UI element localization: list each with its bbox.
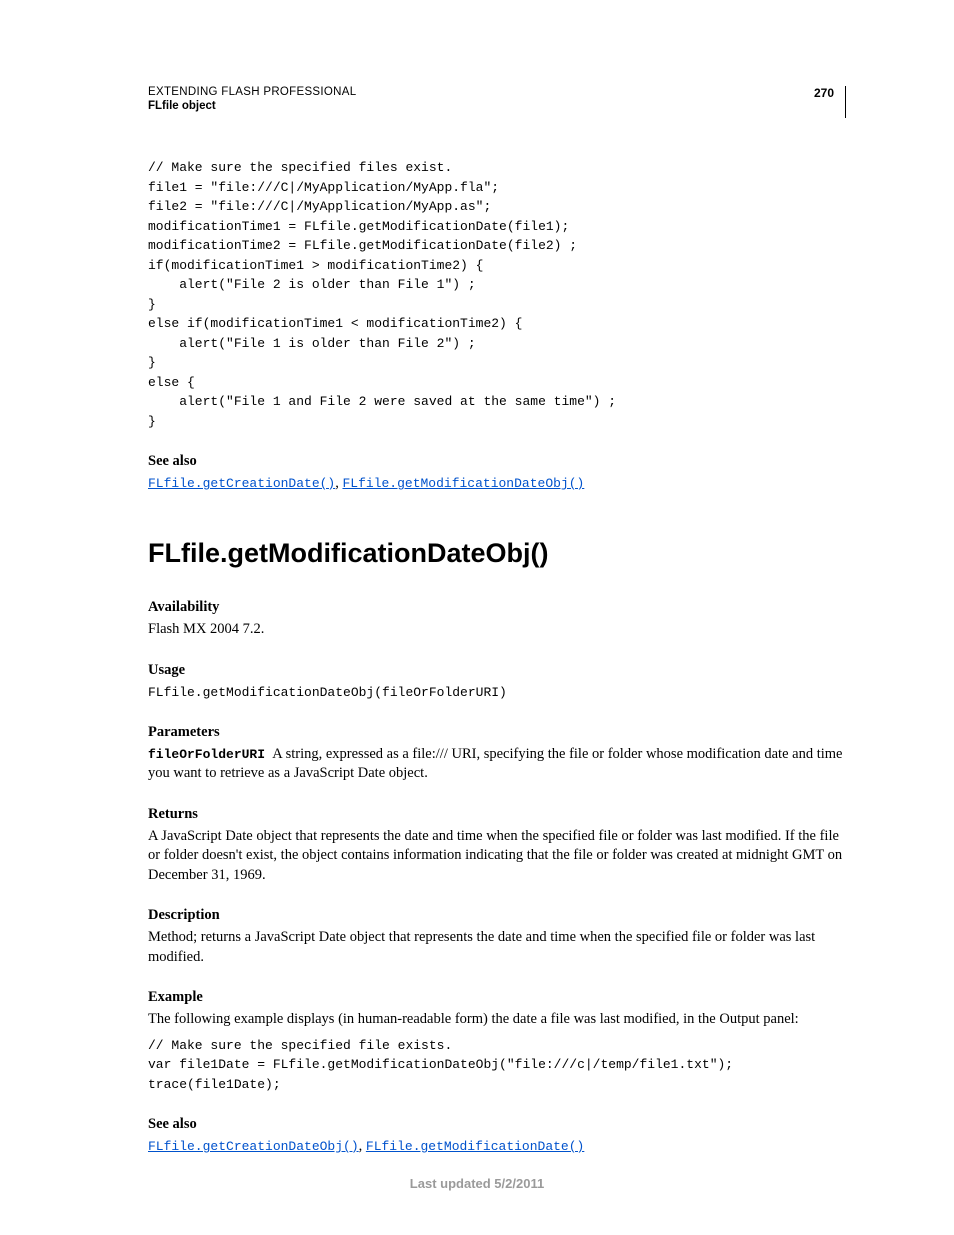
param-name: fileOrFolderURI: [148, 747, 265, 762]
see-also-links-2: FLfile.getCreationDateObj(), FLfile.getM…: [148, 1137, 846, 1155]
doc-title: EXTENDING FLASH PROFESSIONAL: [148, 86, 846, 98]
returns-text: A JavaScript Date object that represents…: [148, 827, 846, 886]
description-text: Method; returns a JavaScript Date object…: [148, 928, 846, 967]
code-example-2: // Make sure the specified file exists. …: [148, 1036, 846, 1095]
page-number: 270: [814, 86, 834, 100]
parameters-heading: Parameters: [148, 724, 846, 741]
example-heading: Example: [148, 989, 846, 1006]
example-intro: The following example displays (in human…: [148, 1010, 846, 1030]
link-getmodificationdate[interactable]: FLfile.getModificationDate(): [366, 1139, 584, 1154]
section-subtitle: FLfile object: [148, 100, 846, 112]
header-divider: [845, 86, 846, 118]
description-heading: Description: [148, 907, 846, 924]
footer-last-updated: Last updated 5/2/2011: [0, 1176, 954, 1191]
link-getcreationdateobj[interactable]: FLfile.getCreationDateObj(): [148, 1139, 359, 1154]
link-getcreationdate[interactable]: FLfile.getCreationDate(): [148, 476, 335, 491]
availability-text: Flash MX 2004 7.2.: [148, 620, 846, 640]
parameters-text: fileOrFolderURI A string, expressed as a…: [148, 745, 846, 784]
availability-heading: Availability: [148, 599, 846, 616]
see-also-links-1: FLfile.getCreationDate(), FLfile.getModi…: [148, 474, 846, 492]
see-also-heading-1: See also: [148, 453, 846, 470]
returns-heading: Returns: [148, 806, 846, 823]
page-container: 270 EXTENDING FLASH PROFESSIONAL FLfile …: [0, 0, 954, 1235]
usage-code: FLfile.getModificationDateObj(fileOrFold…: [148, 683, 846, 702]
separator: ,: [359, 1138, 366, 1154]
link-getmodificationdateobj[interactable]: FLfile.getModificationDateObj(): [342, 476, 584, 491]
code-example-1: // Make sure the specified files exist. …: [148, 158, 846, 431]
api-method-title: FLfile.getModificationDateObj(): [148, 538, 846, 569]
see-also-heading-2: See also: [148, 1116, 846, 1133]
usage-heading: Usage: [148, 662, 846, 679]
